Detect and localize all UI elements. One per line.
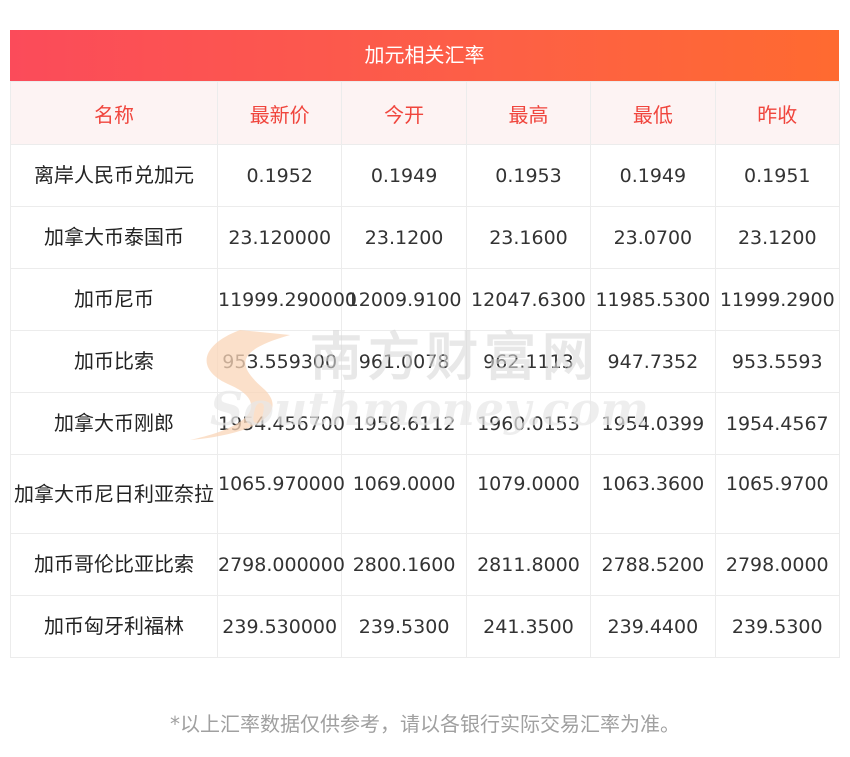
cell-low: 947.7352 (590, 330, 716, 393)
table-row: 加拿大币泰国币 23.120000 23.1200 23.1600 23.070… (10, 206, 840, 269)
cell-high: 2811.8000 (465, 533, 592, 596)
cell-latest: 2798.000000 (216, 533, 345, 596)
cell-latest: 23.120000 (216, 206, 343, 269)
cell-prev-close: 0.1951 (714, 144, 840, 207)
table-row: 加币比索 953.559300 961.0078 962.1113 947.73… (10, 330, 840, 393)
cell-high: 241.3500 (465, 595, 592, 658)
cell-prev-close: 239.5300 (714, 595, 840, 658)
cell-latest: 0.1952 (216, 144, 343, 207)
cell-latest: 953.559300 (216, 330, 343, 393)
cell-prev-close: 953.5593 (714, 330, 840, 393)
exchange-rate-card: 加元相关汇率 名称 最新价 今开 最高 最低 昨收 离岸人民币兑加元 0.195… (10, 30, 840, 658)
cell-low: 239.4400 (590, 595, 716, 658)
cell-name: 离岸人民币兑加元 (10, 144, 218, 207)
header-high: 最高 (465, 81, 592, 145)
table-row: 加币尼币 11999.290000 12009.9100 12047.6300 … (10, 268, 840, 331)
cell-name: 加拿大币刚郎 (10, 392, 218, 455)
cell-open: 2800.1600 (341, 533, 467, 596)
header-latest: 最新价 (216, 81, 343, 145)
cell-latest: 239.530000 (216, 595, 343, 658)
cell-latest: 11999.290000 (216, 268, 357, 331)
cell-latest: 1954.456700 (216, 392, 345, 455)
table-row: 加币匈牙利福林 239.530000 239.5300 241.3500 239… (10, 595, 840, 658)
table-row: 加币哥伦比亚比索 2798.000000 2800.1600 2811.8000… (10, 533, 840, 596)
cell-open: 12009.9100 (341, 268, 467, 331)
cell-open: 1069.0000 (341, 454, 467, 534)
cell-latest: 1065.970000 (216, 454, 345, 534)
header-open: 今开 (341, 81, 467, 145)
cell-high: 1079.0000 (465, 454, 592, 534)
header-low: 最低 (590, 81, 716, 145)
cell-open: 1958.6112 (341, 392, 467, 455)
cell-low: 0.1949 (590, 144, 716, 207)
cell-high: 1960.0153 (465, 392, 592, 455)
table-row: 离岸人民币兑加元 0.1952 0.1949 0.1953 0.1949 0.1… (10, 144, 840, 207)
header-name: 名称 (10, 81, 218, 145)
exchange-rate-table: 名称 最新价 今开 最高 最低 昨收 离岸人民币兑加元 0.1952 0.194… (10, 81, 840, 658)
cell-prev-close: 2798.0000 (714, 533, 840, 596)
cell-name: 加币尼币 (10, 268, 218, 331)
cell-name: 加拿大币尼日利亚奈拉 (10, 454, 218, 534)
cell-name: 加币哥伦比亚比索 (10, 533, 218, 596)
cell-name: 加币比索 (10, 330, 218, 393)
cell-low: 1954.0399 (590, 392, 716, 455)
cell-prev-close: 11999.2900 (714, 268, 840, 331)
cell-high: 23.1600 (465, 206, 592, 269)
cell-low: 23.0700 (590, 206, 716, 269)
cell-open: 239.5300 (341, 595, 467, 658)
cell-low: 11985.5300 (590, 268, 716, 331)
cell-low: 2788.5200 (590, 533, 716, 596)
header-row: 名称 最新价 今开 最高 最低 昨收 (10, 81, 840, 145)
cell-open: 0.1949 (341, 144, 467, 207)
cell-high: 12047.6300 (465, 268, 592, 331)
cell-low: 1063.3600 (590, 454, 716, 534)
header-prev-close: 昨收 (714, 81, 840, 145)
footnote: *以上汇率数据仅供参考，请以各银行实际交易汇率为准。 (170, 712, 680, 736)
cell-high: 962.1113 (465, 330, 592, 393)
table-row: 加拿大币尼日利亚奈拉 1065.970000 1069.0000 1079.00… (10, 454, 840, 534)
cell-name: 加币匈牙利福林 (10, 595, 218, 658)
cell-open: 961.0078 (341, 330, 467, 393)
cell-open: 23.1200 (341, 206, 467, 269)
cell-high: 0.1953 (465, 144, 592, 207)
cell-prev-close: 23.1200 (714, 206, 840, 269)
table-title: 加元相关汇率 (10, 30, 839, 81)
table-row: 加拿大币刚郎 1954.456700 1958.6112 1960.0153 1… (10, 392, 840, 455)
cell-prev-close: 1954.4567 (714, 392, 840, 455)
cell-prev-close: 1065.9700 (714, 454, 840, 534)
cell-name: 加拿大币泰国币 (10, 206, 218, 269)
